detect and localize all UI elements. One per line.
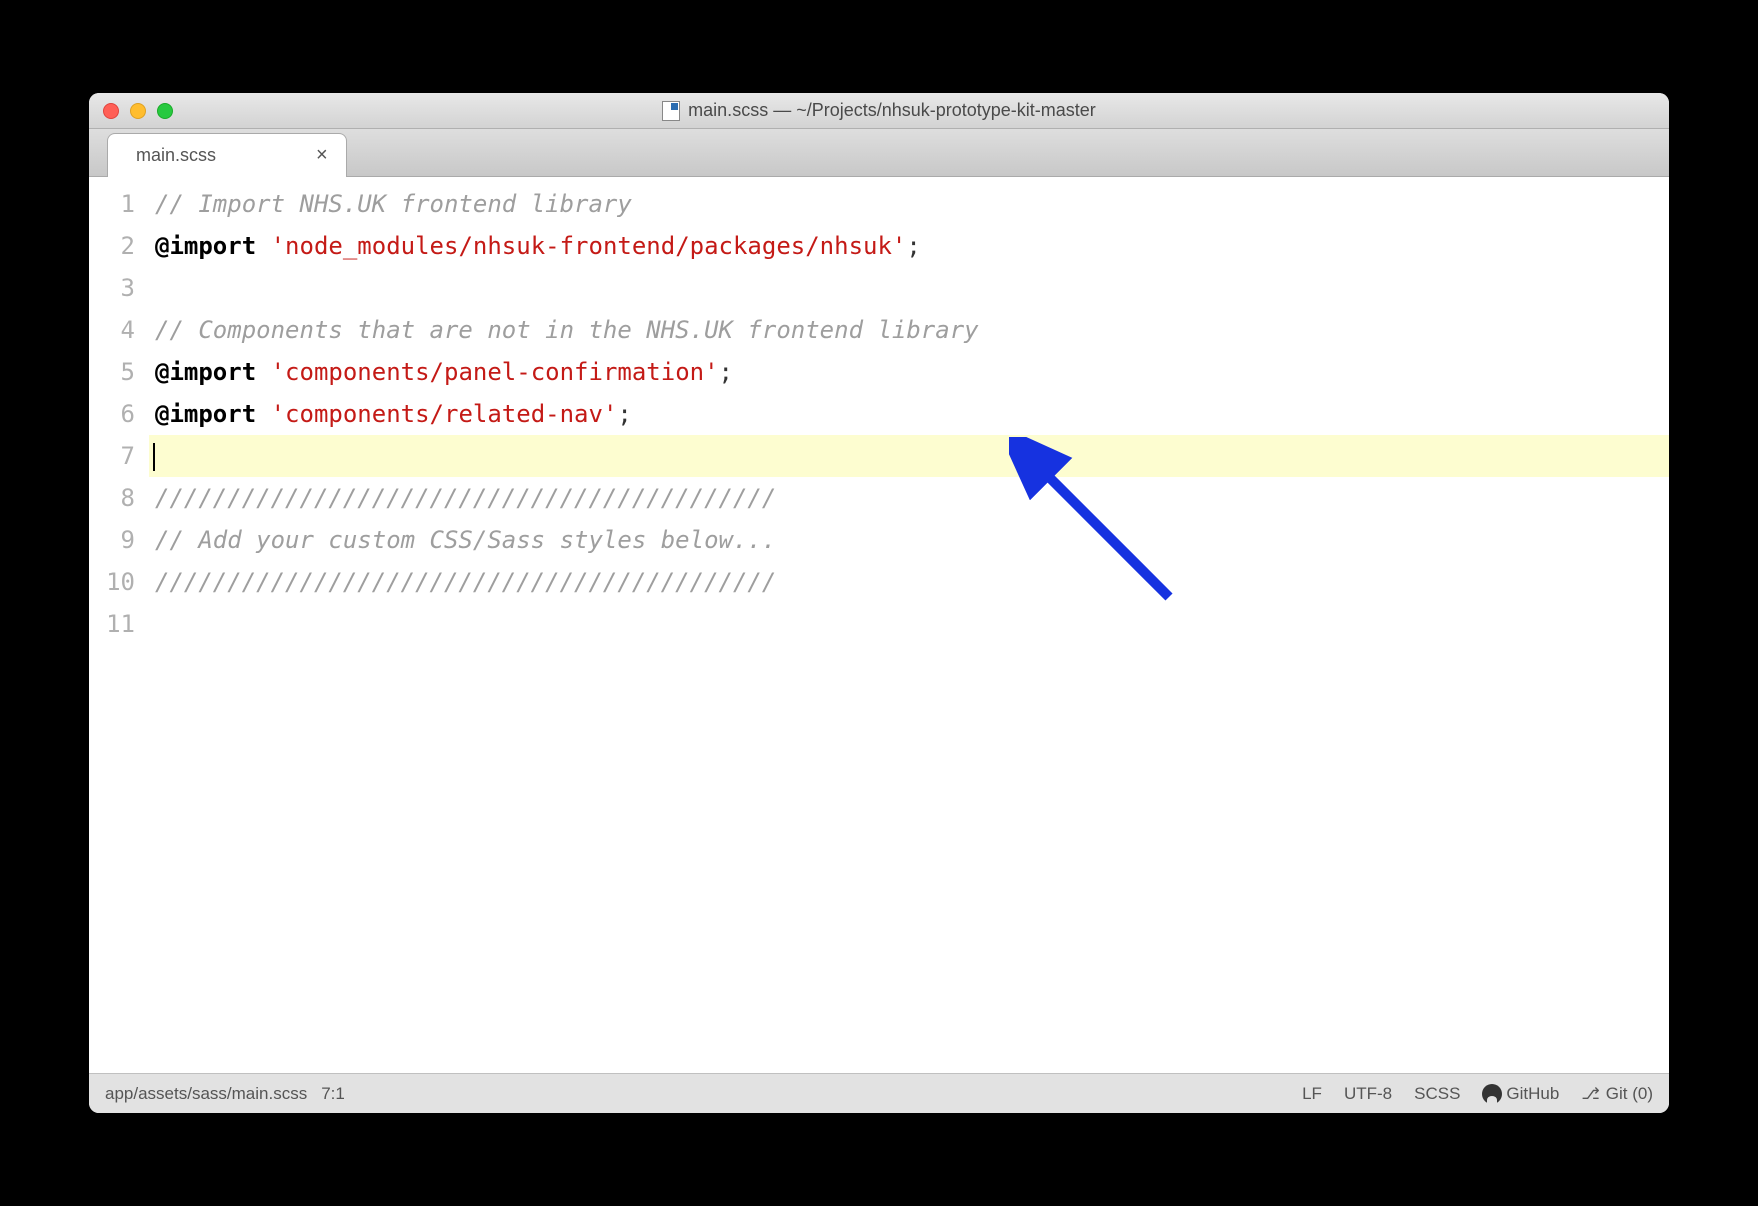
minimize-button[interactable] — [130, 103, 146, 119]
github-icon — [1482, 1084, 1502, 1104]
status-git[interactable]: Git (0) — [1581, 1084, 1653, 1104]
status-grammar[interactable]: SCSS — [1414, 1084, 1460, 1104]
window-title: main.scss — ~/Projects/nhsuk-prototype-k… — [89, 100, 1669, 121]
code-token: ////////////////////////////////////////… — [155, 484, 776, 512]
line-number: 6 — [89, 393, 135, 435]
status-encoding[interactable]: UTF-8 — [1344, 1084, 1392, 1104]
line-number: 8 — [89, 477, 135, 519]
code-token: // Import NHS.UK frontend library — [155, 190, 632, 218]
code-line[interactable]: @import 'components/panel-confirmation'; — [149, 351, 1669, 393]
code-token: 'node_modules/nhsuk-frontend/packages/nh… — [271, 232, 907, 260]
traffic-lights — [89, 103, 173, 119]
code-line[interactable] — [149, 435, 1669, 477]
code-line[interactable]: ////////////////////////////////////////… — [149, 477, 1669, 519]
code-token — [256, 232, 270, 260]
line-number: 10 — [89, 561, 135, 603]
status-line-ending[interactable]: LF — [1302, 1084, 1322, 1104]
line-number: 4 — [89, 309, 135, 351]
code-line[interactable]: // Import NHS.UK frontend library — [149, 183, 1669, 225]
status-cursor-position[interactable]: 7:1 — [321, 1084, 345, 1104]
line-number-gutter: 1234567891011 — [89, 177, 149, 1073]
line-number: 9 — [89, 519, 135, 561]
status-bar: app/assets/sass/main.scss 7:1 LF UTF-8 S… — [89, 1073, 1669, 1113]
file-icon — [662, 101, 680, 121]
code-token: ////////////////////////////////////////… — [155, 568, 776, 596]
code-line[interactable] — [149, 603, 1669, 645]
code-line[interactable]: @import 'components/related-nav'; — [149, 393, 1669, 435]
maximize-button[interactable] — [157, 103, 173, 119]
code-token — [256, 358, 270, 386]
code-token: @import — [155, 358, 256, 386]
window-title-text: main.scss — ~/Projects/nhsuk-prototype-k… — [688, 100, 1096, 121]
code-line[interactable]: // Add your custom CSS/Sass styles below… — [149, 519, 1669, 561]
line-number: 5 — [89, 351, 135, 393]
titlebar: main.scss — ~/Projects/nhsuk-prototype-k… — [89, 93, 1669, 129]
line-number: 3 — [89, 267, 135, 309]
code-token: // Add your custom CSS/Sass styles below… — [155, 526, 776, 554]
code-token: ; — [906, 232, 920, 260]
code-token: ; — [719, 358, 733, 386]
code-content[interactable]: // Import NHS.UK frontend library @import… — [149, 177, 1669, 1073]
text-cursor — [153, 443, 155, 471]
code-token: ; — [617, 400, 631, 428]
status-github[interactable]: GitHub — [1482, 1084, 1559, 1104]
editor-area[interactable]: 1234567891011 // Import NHS.UK frontend … — [89, 177, 1669, 1073]
code-token: @import — [155, 232, 256, 260]
line-number: 7 — [89, 435, 135, 477]
code-line[interactable]: // Components that are not in the NHS.UK… — [149, 309, 1669, 351]
line-number: 11 — [89, 603, 135, 645]
code-token: 'components/panel-confirmation' — [271, 358, 719, 386]
code-token: // Components that are not in the NHS.UK… — [155, 316, 979, 344]
tab-label: main.scss — [136, 145, 216, 166]
line-number: 1 — [89, 183, 135, 225]
tab-bar: main.scss × — [89, 129, 1669, 177]
close-button[interactable] — [103, 103, 119, 119]
code-line[interactable]: @import 'node_modules/nhsuk-frontend/pac… — [149, 225, 1669, 267]
code-line[interactable] — [149, 267, 1669, 309]
code-token: 'components/related-nav' — [271, 400, 618, 428]
code-token: @import — [155, 400, 256, 428]
editor-window: main.scss — ~/Projects/nhsuk-prototype-k… — [89, 93, 1669, 1113]
tab-main-scss[interactable]: main.scss × — [107, 133, 347, 177]
status-file-path[interactable]: app/assets/sass/main.scss — [105, 1084, 307, 1104]
code-line[interactable]: ////////////////////////////////////////… — [149, 561, 1669, 603]
code-token — [256, 400, 270, 428]
line-number: 2 — [89, 225, 135, 267]
tab-close-icon[interactable]: × — [316, 144, 328, 167]
